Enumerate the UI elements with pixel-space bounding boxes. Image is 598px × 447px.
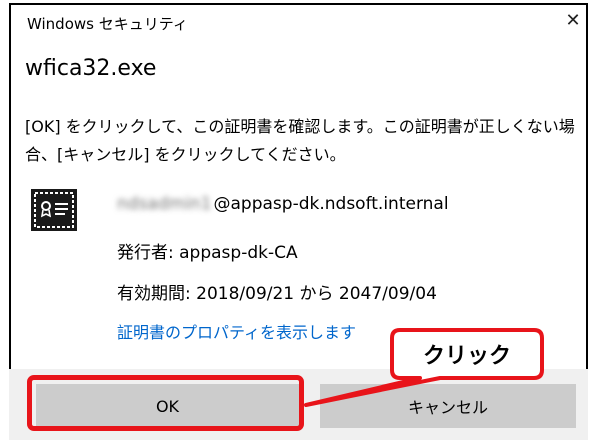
callout-label: クリック [422, 344, 511, 369]
callout-bubble [304, 328, 544, 407]
